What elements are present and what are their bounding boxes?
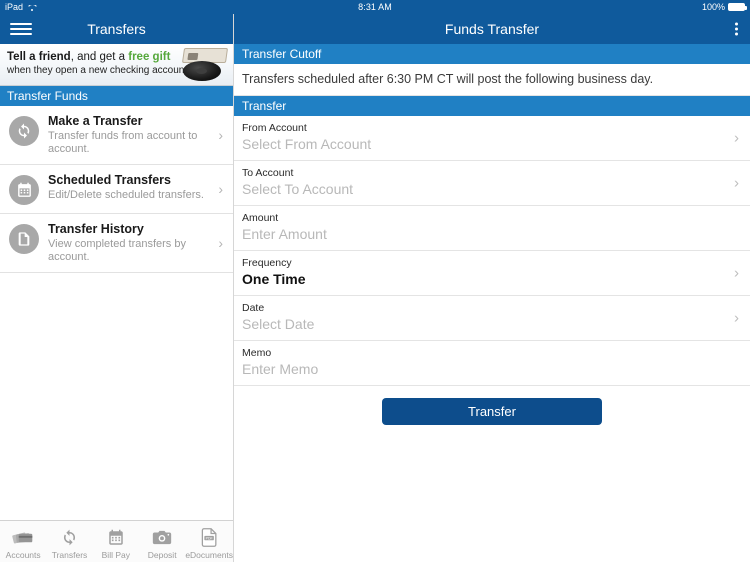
chevron-right-icon: › (734, 309, 739, 327)
field-to-account[interactable]: To Account Select To Account › (234, 161, 750, 206)
chevron-right-icon: › (218, 127, 223, 143)
ipad-banking-app: iPad 8:31 AM 100% Transfers Tell a frien… (0, 0, 750, 562)
pdf-document-icon: PDF (201, 527, 218, 549)
tab-transfers[interactable]: Transfers (46, 521, 92, 562)
tab-accounts[interactable]: Accounts (0, 521, 46, 562)
device-label: iPad (5, 2, 24, 12)
promo-line-2: when they open a new checking account! (7, 65, 190, 76)
promo-mid-text: , and get a (70, 51, 129, 63)
field-label: Date (242, 302, 265, 314)
promo-banner[interactable]: Tell a friend, and get a free gift when … (0, 44, 233, 86)
hamburger-menu-icon[interactable] (10, 21, 32, 37)
svg-text:PDF: PDF (205, 536, 212, 540)
status-bar: iPad 8:31 AM 100% (0, 0, 750, 14)
chevron-right-icon: › (734, 264, 739, 282)
chevron-right-icon: › (734, 174, 739, 192)
transfer-section-header: Transfer (234, 96, 750, 116)
status-bar-right: 100% (570, 0, 750, 14)
transfer-form: From Account Select From Account › To Ac… (234, 116, 750, 386)
camera-icon (152, 527, 172, 549)
promo-highlight-text: free gift (128, 51, 171, 63)
memo-input[interactable]: Enter Memo (242, 360, 720, 379)
tab-label: Bill Pay (101, 549, 130, 560)
field-label: From Account (242, 122, 307, 134)
wifi-icon (27, 3, 36, 11)
document-icon (9, 224, 39, 254)
sidebar-item-transfer-history[interactable]: Transfer History View completed transfer… (0, 214, 233, 273)
sidebar-item-text: Make a Transfer Transfer funds from acco… (39, 114, 233, 156)
sync-arrows-icon (9, 116, 39, 146)
transfer-submit-button[interactable]: Transfer (382, 398, 602, 425)
sidebar-item-text: Transfer History View completed transfer… (39, 222, 233, 264)
chevron-right-icon: › (218, 181, 223, 197)
field-amount[interactable]: Amount Enter Amount (234, 206, 750, 251)
field-from-account[interactable]: From Account Select From Account › (234, 116, 750, 161)
status-bar-left: iPad (0, 0, 180, 14)
calendar-icon (9, 175, 39, 205)
sidebar-navbar: Transfers (0, 14, 233, 44)
credit-cards-icon (12, 527, 34, 549)
vertical-dots-menu-icon[interactable] (733, 21, 740, 38)
bottom-tab-bar: Accounts Transfers Bill Pay Deposit PDF … (0, 520, 233, 562)
sidebar-menu-list: Make a Transfer Transfer funds from acco… (0, 106, 233, 273)
sidebar-section-header: Transfer Funds (0, 86, 233, 106)
tab-label: eDocuments (185, 549, 234, 560)
from-account-input[interactable]: Select From Account (242, 135, 720, 154)
field-date[interactable]: Date Select Date › (234, 296, 750, 341)
battery-percent-label: 100% (701, 2, 725, 12)
page-title: Funds Transfer (444, 21, 540, 37)
amount-input[interactable]: Enter Amount (242, 225, 720, 244)
calendar-icon (107, 527, 125, 549)
sidebar-title: Transfers (87, 21, 146, 37)
status-bar-time: 8:31 AM (358, 2, 392, 12)
promo-line-1: Tell a friend, and get a free gift (7, 50, 177, 64)
sidebar-item-scheduled-transfers[interactable]: Scheduled Transfers Edit/Delete schedule… (0, 165, 233, 214)
detail-navbar: Funds Transfer (234, 14, 750, 44)
promo-bold-text: Tell a friend (7, 51, 71, 63)
funds-transfer-panel: Funds Transfer Transfer Cutoff Transfers… (234, 14, 750, 562)
transfer-cutoff-notice: Transfers scheduled after 6:30 PM CT wil… (234, 64, 750, 96)
promo-text: Tell a friend, and get a free gift when … (7, 50, 190, 77)
field-memo[interactable]: Memo Enter Memo (234, 341, 750, 386)
sidebar-item-subtitle: View completed transfers by account. (48, 238, 186, 263)
sidebar-item-title: Make a Transfer (48, 114, 143, 128)
frequency-value[interactable]: One Time (242, 270, 720, 289)
left-sidebar-panel: Transfers Tell a friend, and get a free … (0, 14, 234, 562)
sidebar-item-title: Transfer History (48, 222, 144, 236)
speaker-graphic (183, 61, 221, 81)
speaker-product-image (169, 45, 229, 85)
tab-deposit[interactable]: Deposit (139, 521, 185, 562)
date-input[interactable]: Select Date (242, 315, 720, 334)
field-label: Memo (242, 347, 272, 359)
battery-full-icon (728, 3, 747, 11)
to-account-input[interactable]: Select To Account (242, 180, 720, 199)
tab-bill-pay[interactable]: Bill Pay (93, 521, 139, 562)
field-label: Frequency (242, 257, 292, 269)
sync-arrows-icon (60, 527, 79, 549)
sidebar-item-text: Scheduled Transfers Edit/Delete schedule… (39, 173, 233, 202)
field-label: To Account (242, 167, 294, 179)
chevron-right-icon: › (218, 235, 223, 251)
field-label: Amount (242, 212, 279, 224)
sidebar-item-subtitle: Transfer funds from account to account. (48, 130, 198, 155)
tab-edocuments[interactable]: PDF eDocuments (185, 521, 233, 562)
submit-button-container: Transfer (234, 386, 750, 425)
chevron-right-icon: › (734, 129, 739, 147)
product-box-label-graphic (187, 53, 199, 60)
tab-label: Accounts (5, 549, 41, 560)
sidebar-item-make-a-transfer[interactable]: Make a Transfer Transfer funds from acco… (0, 106, 233, 165)
transfer-cutoff-header: Transfer Cutoff (234, 44, 750, 64)
tab-label: Deposit (147, 549, 177, 560)
tab-label: Transfers (51, 549, 88, 560)
sidebar-item-title: Scheduled Transfers (48, 173, 171, 187)
field-frequency[interactable]: Frequency One Time › (234, 251, 750, 296)
sidebar-item-subtitle: Edit/Delete scheduled transfers. (48, 189, 204, 201)
